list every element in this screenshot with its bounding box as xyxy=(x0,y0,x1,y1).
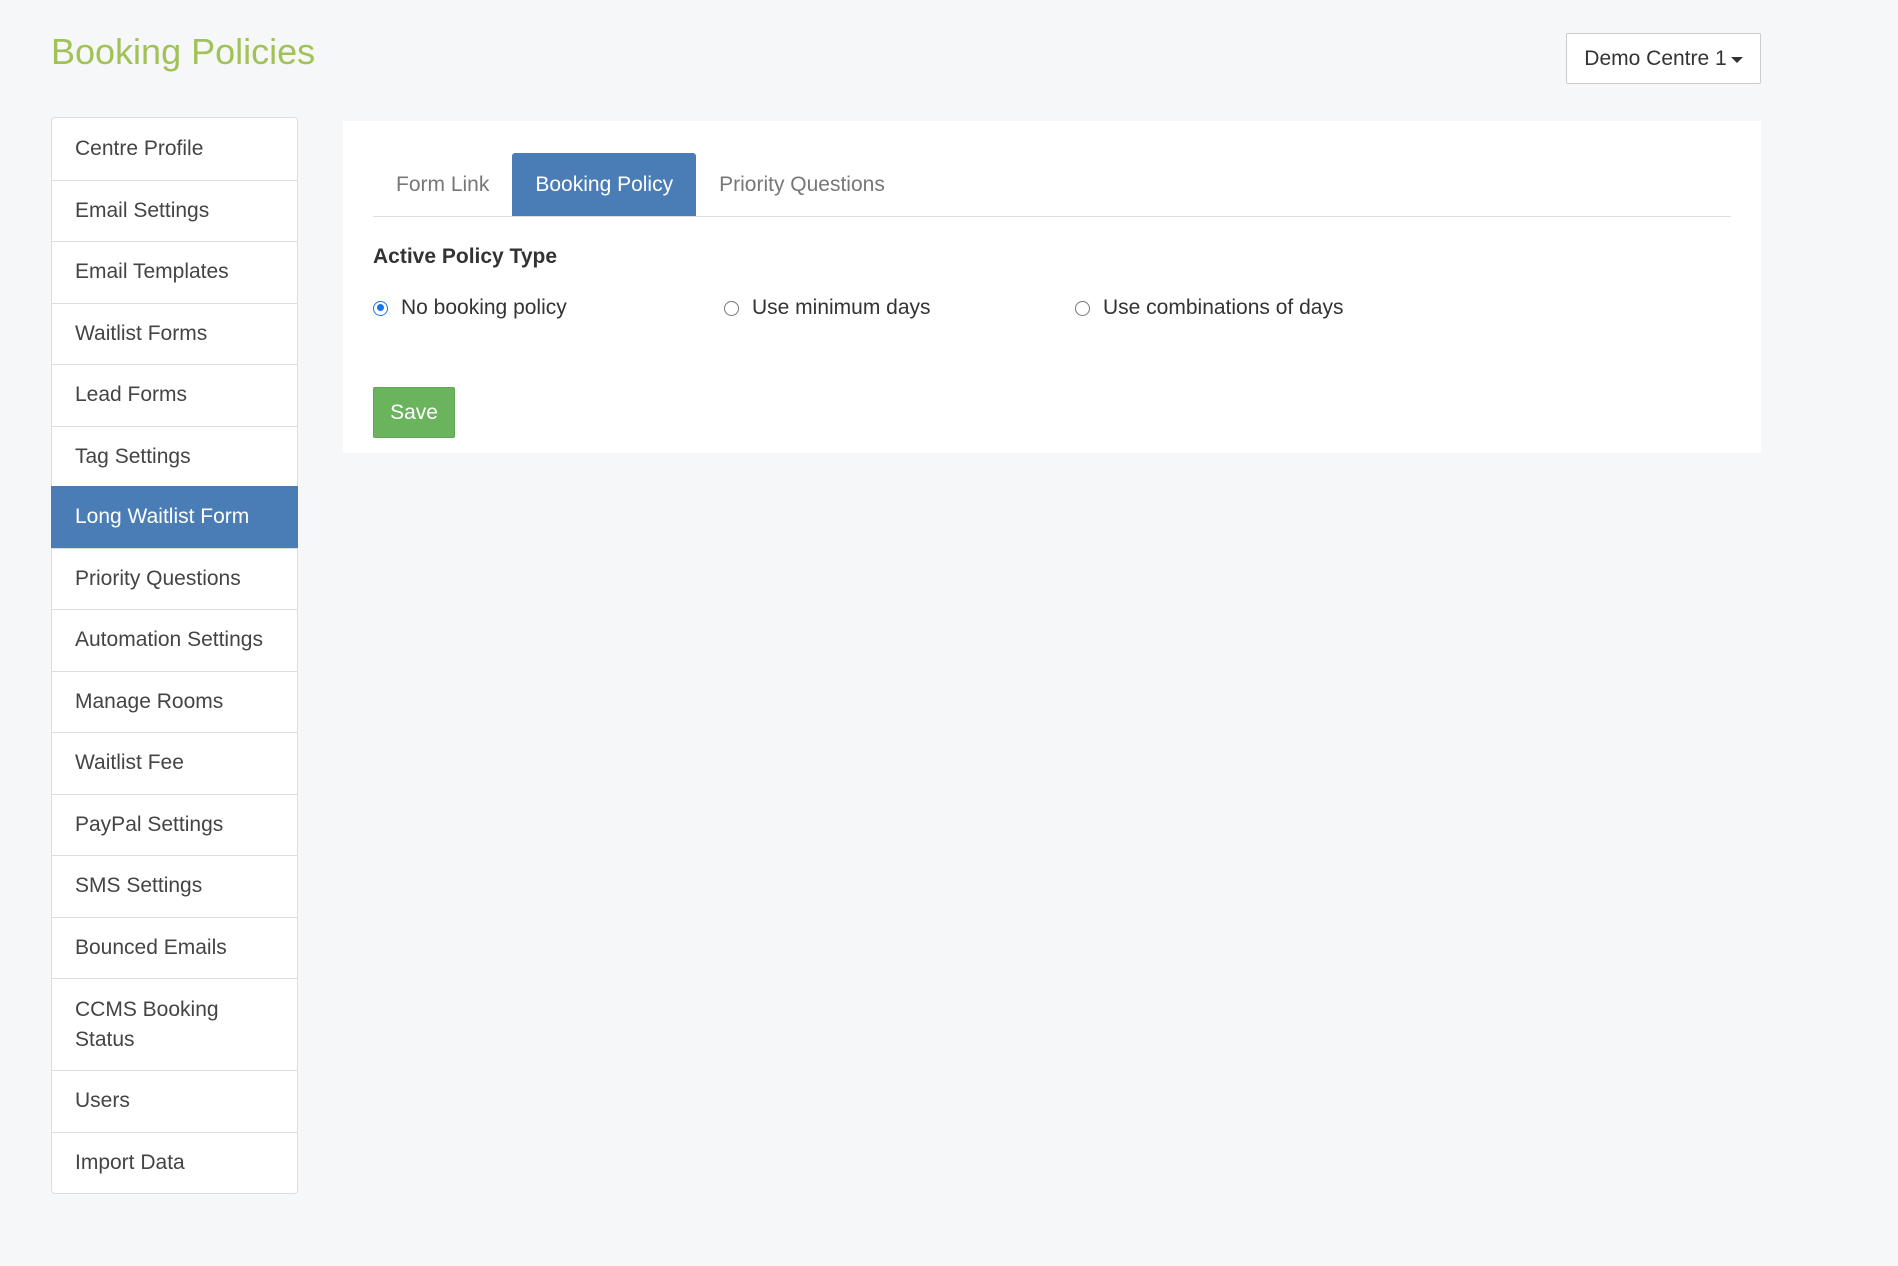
tab-priority-questions[interactable]: Priority Questions xyxy=(696,153,908,216)
sidebar-item-label: Lead Forms xyxy=(75,383,188,407)
sidebar-item-label: Waitlist Forms xyxy=(75,321,208,345)
radio-checked-icon[interactable] xyxy=(373,300,388,316)
booking-policy-panel: Form Link Booking Policy Priority Questi… xyxy=(343,121,1761,453)
centre-selector-dropdown[interactable]: Demo Centre 1 xyxy=(1566,33,1761,84)
sidebar-item-label: Import Data xyxy=(75,1150,185,1174)
radio-use-minimum-days[interactable]: Use minimum days xyxy=(724,293,931,323)
sidebar-item-label: Manage Rooms xyxy=(75,689,224,713)
sidebar-item-paypal-settings[interactable]: PayPal Settings xyxy=(52,793,297,856)
sidebar-item-waitlist-fee[interactable]: Waitlist Fee xyxy=(52,732,297,794)
sidebar-item-ccms-booking-status[interactable]: CCMS Booking Status xyxy=(52,978,297,1070)
sidebar-item-long-waitlist-form[interactable]: Long Waitlist Form xyxy=(51,486,298,548)
caret-down-icon xyxy=(1730,57,1743,63)
radio-unchecked-icon[interactable] xyxy=(1075,300,1090,316)
sidebar-item-label: PayPal Settings xyxy=(75,812,224,836)
tab-form-link[interactable]: Form Link xyxy=(373,153,512,216)
centre-selector-label: Demo Centre 1 xyxy=(1584,46,1727,70)
active-policy-type-label: Active Policy Type xyxy=(373,245,558,268)
sidebar-item-label: Tag Settings xyxy=(75,444,191,468)
settings-sidebar: Centre Profile Email Settings Email Temp… xyxy=(51,117,298,1194)
radio-label: Use combinations of days xyxy=(1103,296,1344,319)
sidebar-item-label: SMS Settings xyxy=(75,874,203,898)
sidebar-item-label: Bounced Emails xyxy=(75,935,227,959)
sidebar-item-automation-settings[interactable]: Automation Settings xyxy=(52,609,297,671)
sidebar-item-users[interactable]: Users xyxy=(52,1070,297,1132)
sidebar-item-email-settings[interactable]: Email Settings xyxy=(52,179,297,242)
sidebar-item-centre-profile[interactable]: Centre Profile xyxy=(52,118,297,180)
tab-booking-policy[interactable]: Booking Policy xyxy=(512,153,697,216)
sidebar-item-label: Centre Profile xyxy=(75,136,204,160)
sidebar-item-label: Users xyxy=(75,1089,130,1113)
sidebar-item-email-templates[interactable]: Email Templates xyxy=(52,241,297,303)
sidebar-item-sms-settings[interactable]: SMS Settings xyxy=(52,855,297,917)
sidebar-item-bounced-emails[interactable]: Bounced Emails xyxy=(52,916,297,979)
sidebar-item-label: Priority Questions xyxy=(75,566,241,590)
sidebar-item-label: Email Settings xyxy=(75,198,210,222)
policy-type-radio-group: No booking policy Use minimum days Use c… xyxy=(373,293,1673,323)
radio-label: No booking policy xyxy=(401,296,567,319)
sidebar-item-label: Long Waitlist Form xyxy=(75,505,250,529)
save-button[interactable]: Save xyxy=(373,387,455,438)
sidebar-item-label: CCMS Booking Status xyxy=(75,997,219,1051)
sidebar-item-import-data[interactable]: Import Data xyxy=(52,1131,297,1194)
radio-unchecked-icon[interactable] xyxy=(724,300,739,316)
tab-bar: Form Link Booking Policy Priority Questi… xyxy=(373,153,1731,217)
sidebar-item-label: Email Templates xyxy=(75,260,229,284)
sidebar-item-tag-settings[interactable]: Tag Settings xyxy=(52,425,297,488)
page-title: Booking Policies xyxy=(51,31,316,72)
radio-no-booking-policy[interactable]: No booking policy xyxy=(373,293,567,323)
sidebar-item-lead-forms[interactable]: Lead Forms xyxy=(52,364,297,426)
sidebar-item-label: Automation Settings xyxy=(75,628,263,652)
sidebar-item-label: Waitlist Fee xyxy=(75,751,184,775)
sidebar-item-waitlist-forms[interactable]: Waitlist Forms xyxy=(52,302,297,365)
radio-label: Use minimum days xyxy=(752,296,931,319)
sidebar-item-priority-questions[interactable]: Priority Questions xyxy=(52,547,297,610)
radio-use-combinations-of-days[interactable]: Use combinations of days xyxy=(1075,293,1343,323)
sidebar-item-manage-rooms[interactable]: Manage Rooms xyxy=(52,670,297,733)
